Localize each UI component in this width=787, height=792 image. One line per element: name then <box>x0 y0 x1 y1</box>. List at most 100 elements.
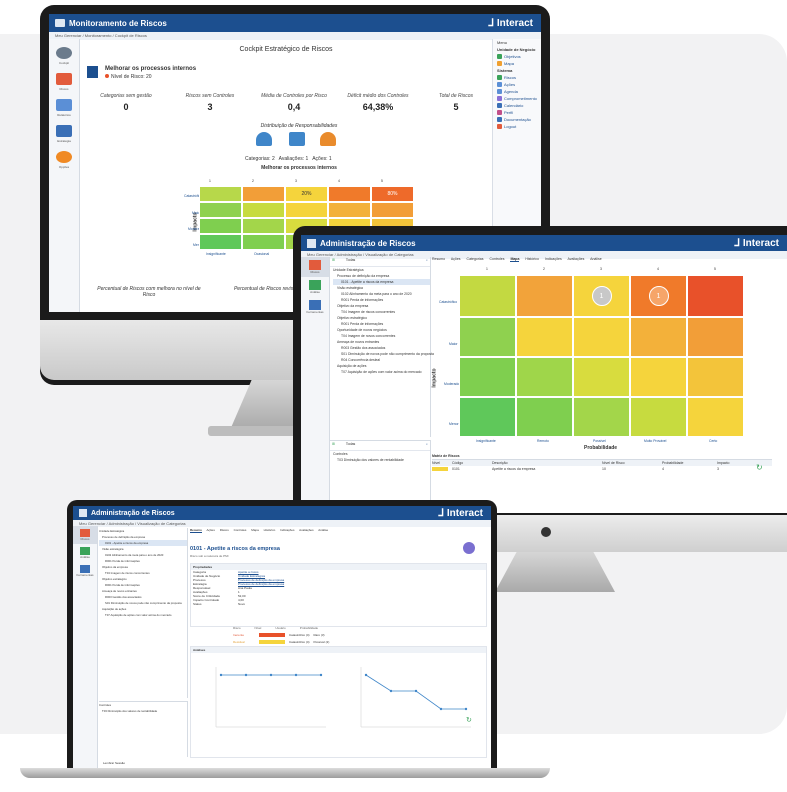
tab[interactable]: Avaliações <box>568 257 585 261</box>
tab[interactable]: Ações <box>451 257 461 261</box>
filter-select[interactable]: Todas <box>346 442 355 446</box>
risk-avatar-icon[interactable] <box>463 542 475 554</box>
heatmap-cell[interactable] <box>199 186 242 202</box>
tab[interactable]: Ações <box>207 528 215 532</box>
heatmap-cell[interactable] <box>516 357 573 397</box>
risk-marker[interactable]: 1 <box>648 286 669 306</box>
heatmap-cell[interactable] <box>687 397 744 437</box>
right-panel-link[interactable]: Perfil <box>493 109 541 116</box>
column-header[interactable]: Nível <box>432 461 452 465</box>
heatmap-cell[interactable] <box>199 234 242 250</box>
situation-row[interactable]: Residual Catastrófico (4) Possível (2) <box>233 640 329 644</box>
user-gear-icon[interactable] <box>320 132 336 146</box>
right-panel-link[interactable]: Agenda <box>493 88 541 95</box>
right-panel-link[interactable]: Calendário <box>493 102 541 109</box>
risk-marker[interactable]: 1 <box>591 286 612 306</box>
heatmap-cell[interactable] <box>516 275 573 317</box>
sidebar-item-options[interactable]: Opções <box>49 151 79 169</box>
sidebar-item-tools[interactable]: Ferramentas <box>73 562 97 580</box>
situation-row[interactable]: Inerente Catastrófico (4) Raro (3) <box>233 633 329 637</box>
tab[interactable]: Riscos <box>220 528 229 532</box>
heatmap-cell[interactable] <box>573 317 630 357</box>
tree-item[interactable]: T07 Aquisição de ações com valor acima d… <box>333 369 430 375</box>
tab-active[interactable]: Mapa <box>510 257 520 262</box>
heatmap-cell[interactable]: 1 <box>630 275 687 317</box>
tree-item[interactable]: T03 Diminuição dos valores de rentabilid… <box>99 708 187 714</box>
sidebar-item-tools[interactable]: Ferramentas <box>301 297 329 317</box>
heatmap-cell[interactable] <box>242 218 285 234</box>
right-panel-link[interactable]: Ações <box>493 81 541 88</box>
heatmap-cell[interactable] <box>199 218 242 234</box>
column-header[interactable]: Código <box>452 461 492 465</box>
column-header[interactable]: Descrição <box>492 461 602 465</box>
right-panel-link[interactable]: Riscos <box>493 74 541 81</box>
sidebar-item-analysis[interactable]: Análise <box>73 544 97 562</box>
expand-icon[interactable]: ⊞ <box>332 442 335 446</box>
user-icon[interactable] <box>256 132 272 146</box>
heatmap-cell[interactable]: 1 <box>573 275 630 317</box>
heatmap-cell[interactable] <box>328 186 371 202</box>
tab[interactable]: Controles <box>234 528 247 532</box>
sidebar-item-strategy[interactable]: Estratégia <box>49 125 79 143</box>
sidebar-item-analysis[interactable]: Análise <box>301 277 329 297</box>
sidebar-item-risks[interactable]: Riscos <box>301 257 329 277</box>
heatmap-cell[interactable] <box>459 317 516 357</box>
heatmap-cell[interactable]: 20% <box>285 186 328 202</box>
sidebar-item-cockpit[interactable]: Cockpit <box>49 47 79 65</box>
tab[interactable]: Histórico <box>525 257 539 261</box>
heatmap-cell[interactable] <box>687 317 744 357</box>
right-panel-link[interactable]: Mapa <box>493 60 541 67</box>
sidebar-item-reports[interactable]: Relatórios <box>49 99 79 117</box>
heatmap-cell[interactable] <box>516 397 573 437</box>
heatmap-cell[interactable] <box>285 202 328 218</box>
sidebar-item-risks[interactable]: Riscos <box>73 526 97 544</box>
right-panel-link[interactable]: Logout <box>493 123 541 130</box>
right-panel-link[interactable]: Objetivos <box>493 53 541 60</box>
right-panel-link[interactable]: Documentação <box>493 116 541 123</box>
search-icon[interactable]: ⌕ <box>426 442 428 446</box>
heatmap-cell[interactable] <box>371 202 414 218</box>
tree-item[interactable]: T03 Diminuição dos valores de rentabilid… <box>333 457 430 463</box>
heatmap-cell[interactable] <box>242 202 285 218</box>
heatmap-cell[interactable] <box>573 357 630 397</box>
tab[interactable]: Análise <box>590 257 601 261</box>
tab[interactable]: Avaliações <box>299 528 313 532</box>
heatmap-cell[interactable] <box>516 317 573 357</box>
expand-icon[interactable]: ⊞ <box>332 258 335 262</box>
tab-active[interactable]: Resumo <box>190 528 202 533</box>
refresh-icon[interactable]: ↻ <box>466 716 472 724</box>
heatmap-cell[interactable] <box>573 397 630 437</box>
tab[interactable]: Controles <box>489 257 504 261</box>
heatmap-cell[interactable] <box>459 275 516 317</box>
heatmap-cell[interactable] <box>328 202 371 218</box>
filter-select[interactable]: Todas <box>346 258 355 262</box>
tab[interactable]: Indicações <box>545 257 562 261</box>
refresh-icon[interactable]: ↻ <box>756 463 763 472</box>
heatmap-cell[interactable] <box>630 357 687 397</box>
tab[interactable]: Indicações <box>280 528 294 532</box>
column-header[interactable]: Nível de Risco <box>602 461 662 465</box>
column-header[interactable]: Probabilidade <box>662 461 717 465</box>
tab[interactable]: Análise <box>318 528 328 532</box>
tree-item[interactable]: T07 Aquisição de ações com valor acima d… <box>99 612 187 618</box>
heatmap-cell[interactable] <box>687 275 744 317</box>
table-row[interactable]: 0101 Apetite a riscos da empresa 10 4 3 <box>432 466 772 472</box>
remember-session[interactable]: Lembrar Sessão <box>103 761 125 765</box>
heatmap-cell[interactable] <box>242 234 285 250</box>
tab[interactable]: Categorias <box>467 257 484 261</box>
heatmap-cell[interactable]: 80% <box>371 186 414 202</box>
heatmap-cell[interactable] <box>630 397 687 437</box>
users-icon[interactable] <box>289 132 305 146</box>
right-panel-link[interactable]: Comprometimento <box>493 95 541 102</box>
heatmap-cell[interactable] <box>687 357 744 397</box>
heatmap-cell[interactable] <box>242 186 285 202</box>
tab[interactable]: Mapa <box>251 528 259 532</box>
breadcrumb[interactable]: Meu Gerenciar / Administração / Visualiz… <box>73 520 491 527</box>
heatmap-cell[interactable] <box>630 317 687 357</box>
heatmap-cell[interactable] <box>459 397 516 437</box>
tab[interactable]: Resumo <box>432 257 445 261</box>
search-icon[interactable]: ⌕ <box>426 258 428 262</box>
heatmap-cell[interactable] <box>459 357 516 397</box>
breadcrumb[interactable]: Meu Gerenciar / Monitoramento / Cockpit … <box>49 32 541 40</box>
heatmap-cell[interactable] <box>199 202 242 218</box>
